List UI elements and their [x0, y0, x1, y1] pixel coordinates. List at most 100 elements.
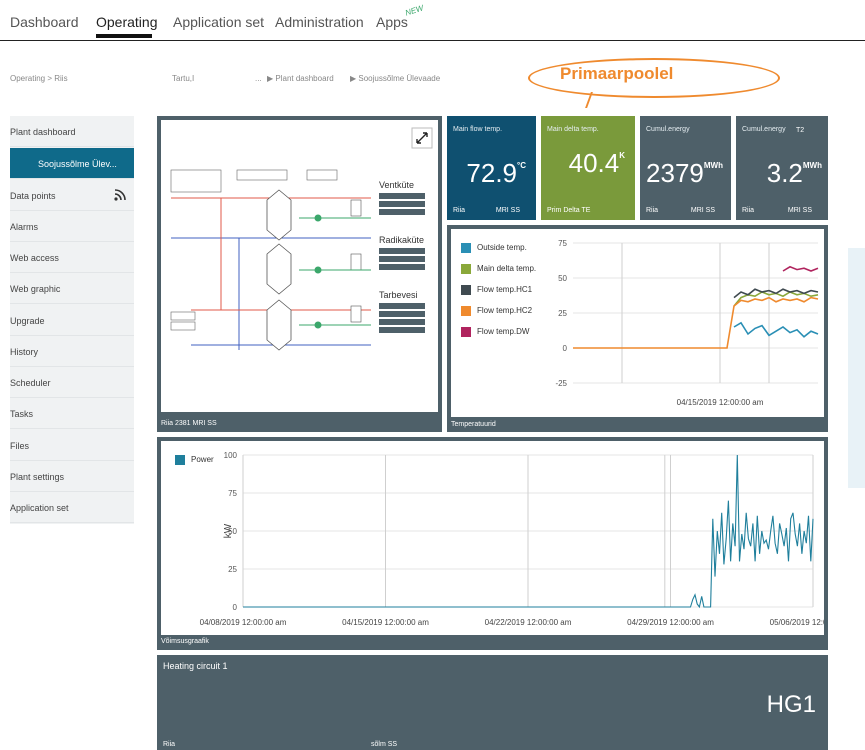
sidebar-item-label: History	[10, 347, 39, 357]
kpi-footer-right: MRI SS	[690, 207, 715, 214]
kpi-value: 40.4K	[569, 148, 625, 179]
new-badge: NEW	[404, 3, 425, 18]
breadcrumb-current: ▶ Soojussõlme Ülevaade	[350, 74, 441, 83]
annotation-callout-text: Primaarpoolel	[560, 64, 674, 83]
heat-exchanger-2	[266, 243, 292, 295]
kpi-value-number: 40.4	[568, 148, 620, 178]
kpi-footer-right: MRI SS	[787, 207, 812, 214]
kpi-value-number: 72.9	[466, 158, 518, 188]
kpi-title: Main delta temp.	[547, 126, 599, 133]
y-tick-label: 25	[558, 309, 567, 318]
kpi-title: Cumul.energy	[742, 126, 786, 133]
kpi-value: 2379MWh	[646, 158, 723, 189]
sidebar-item-data-points[interactable]: Data points	[10, 180, 134, 211]
kpi-unit: MWh	[802, 161, 822, 171]
sidebar-item-label: Soojussõlme Ülev...	[38, 159, 117, 169]
sidebar-item-files[interactable]: Files	[10, 430, 134, 461]
heating-circuit-panel[interactable]: Heating circuit 1 HG1 Riia sõlm SS	[157, 655, 828, 750]
sidebar-item-history[interactable]: History	[10, 336, 134, 367]
sidebar-item-label: Web graphic	[10, 284, 61, 294]
series-line-flow-temp-hc2	[573, 296, 819, 349]
tarbevesi-controls	[379, 303, 425, 333]
breadcrumb-site[interactable]: Tartu,I	[172, 74, 194, 83]
section-label-radikakute: Radikaküte	[379, 235, 424, 245]
sidebar-item-plant-settings[interactable]: Plant settings	[10, 461, 134, 492]
kpi-title: Cumul.energy	[646, 126, 690, 133]
sidebar-item-label: Tasks	[10, 409, 34, 419]
sidebar-item-alarms[interactable]: Alarms	[10, 211, 134, 242]
sidebar-item-label: Upgrade	[10, 316, 45, 326]
y-tick-label: 25	[228, 565, 237, 574]
sidebar-item-tasks[interactable]: Tasks	[10, 398, 134, 429]
power-chart-panel: Power 100 75 50 25 0 04/08/2019 12:00:00 am 04…	[157, 437, 828, 650]
tank-3	[350, 305, 362, 323]
kpi-main-flow-temp[interactable]: Main flow temp. 72.9°C Riia MRI SS	[447, 116, 536, 220]
tab-apps[interactable]: Apps	[376, 14, 408, 30]
ventkute-controls	[379, 193, 425, 215]
sidebar-item-web-graphic[interactable]: Web graphic	[10, 273, 134, 304]
y-tick-label: 75	[228, 489, 237, 498]
temperature-chart-area[interactable]: Outside temp. Main delta temp. Flow temp…	[451, 229, 824, 417]
y-tick-label: 50	[558, 274, 567, 283]
breadcrumb-ellipsis[interactable]: ...	[255, 74, 262, 83]
tab-application-set[interactable]: Application set	[173, 14, 264, 30]
y-tick-label: 100	[224, 451, 238, 460]
tank-2	[350, 253, 362, 271]
info-box-1	[170, 169, 222, 193]
sidebar-item-label: Alarms	[10, 222, 39, 232]
heat-exchanger-3	[266, 299, 292, 351]
sidebar-item-web-access[interactable]: Web access	[10, 242, 134, 273]
kpi-title: Main flow temp.	[453, 126, 503, 133]
power-chart-svg: 100755025004/08/2019 12:00:00 am 04/15/20…	[200, 451, 824, 627]
tab-operating[interactable]: Operating	[96, 14, 157, 30]
breadcrumb-section[interactable]: Operating > Riis	[10, 74, 68, 83]
x-tick-label: 04/29/2019 12:00:00 am	[627, 618, 714, 627]
series-line-flow-temp-hc1	[733, 288, 819, 299]
x-tick-label: 04/22/2019 12:00:00 am	[485, 618, 572, 627]
background-decoration	[848, 248, 865, 488]
x-tick-label: 04/15/2019 12:00:00 am	[677, 398, 764, 407]
kpi-footer-left: Riia	[646, 207, 659, 214]
sidebar-item-label: Application set	[10, 503, 69, 513]
kpi-main-delta-temp[interactable]: Main delta temp. 40.4K Prim Delta TE	[541, 116, 635, 220]
info-box-3	[306, 169, 338, 181]
sidebar-item-label: Data points	[10, 191, 56, 201]
active-tab-indicator	[96, 34, 152, 38]
series-line-flow-temp-dw	[782, 265, 819, 272]
kpi-cumul-energy[interactable]: Cumul.energy 2379MWh Riia MRI SS	[640, 116, 731, 220]
sidebar-item-label: Plant settings	[10, 472, 65, 482]
kpi-unit: MWh	[703, 161, 723, 171]
kpi-value-number: 3.2	[766, 158, 803, 188]
y-tick-label: -25	[555, 379, 567, 388]
plant-graphic-canvas[interactable]: Ventküte Radikaküte Tarbevesi	[161, 120, 438, 412]
sidebar-item-application-set[interactable]: Application set	[10, 492, 134, 523]
section-label-tarbevesi: Tarbevesi	[379, 290, 418, 300]
temperature-panel-footer: Temperatuurid	[451, 421, 496, 428]
tab-administration[interactable]: Administration	[275, 14, 364, 30]
breadcrumb-plant-dashboard[interactable]: ▶ Plant dashboard	[267, 74, 334, 83]
sidebar-item-upgrade[interactable]: Upgrade	[10, 305, 134, 336]
sidebar-item-label: Files	[10, 441, 30, 451]
sidebar-item-soojussolme[interactable]: Soojussõlme Ülev...	[10, 148, 134, 179]
sidebar-item-scheduler[interactable]: Scheduler	[10, 367, 134, 398]
y-tick-label: 75	[558, 239, 567, 248]
tab-dashboard[interactable]: Dashboard	[10, 14, 79, 30]
kpi-value-number: 2379	[646, 158, 704, 188]
kpi-value: 72.9°C	[466, 158, 526, 189]
x-tick-label: 04/15/2019 12:00:00 am	[342, 618, 429, 627]
kpi-unit: K	[619, 151, 625, 161]
radikakute-controls	[379, 248, 425, 270]
plant-graphic-panel: Ventküte Radikaküte Tarbevesi Riia 2381 …	[157, 116, 442, 432]
y-tick-label: 0	[563, 344, 568, 353]
kpi-value: 3.2MWh	[767, 158, 822, 189]
tank-1	[350, 199, 362, 217]
kpi-unit: °C	[517, 161, 526, 171]
kpi-footer-right: MRI SS	[495, 207, 520, 214]
power-chart-area[interactable]: Power 100 75 50 25 0 04/08/2019 12:00:00 am 04…	[161, 441, 824, 635]
kpi-cumul-energy-t2[interactable]: Cumul.energy T2 3.2MWh Riia MRI SS	[736, 116, 828, 220]
y-tick-label: 0	[233, 603, 238, 612]
kpi-footer-left: Prim Delta TE	[547, 207, 591, 214]
sidebar-item-plant-dashboard[interactable]: Plant dashboard	[10, 116, 134, 147]
temperature-chart-panel: Outside temp. Main delta temp. Flow temp…	[447, 225, 828, 432]
kpi-footer-left: Riia	[742, 207, 755, 214]
